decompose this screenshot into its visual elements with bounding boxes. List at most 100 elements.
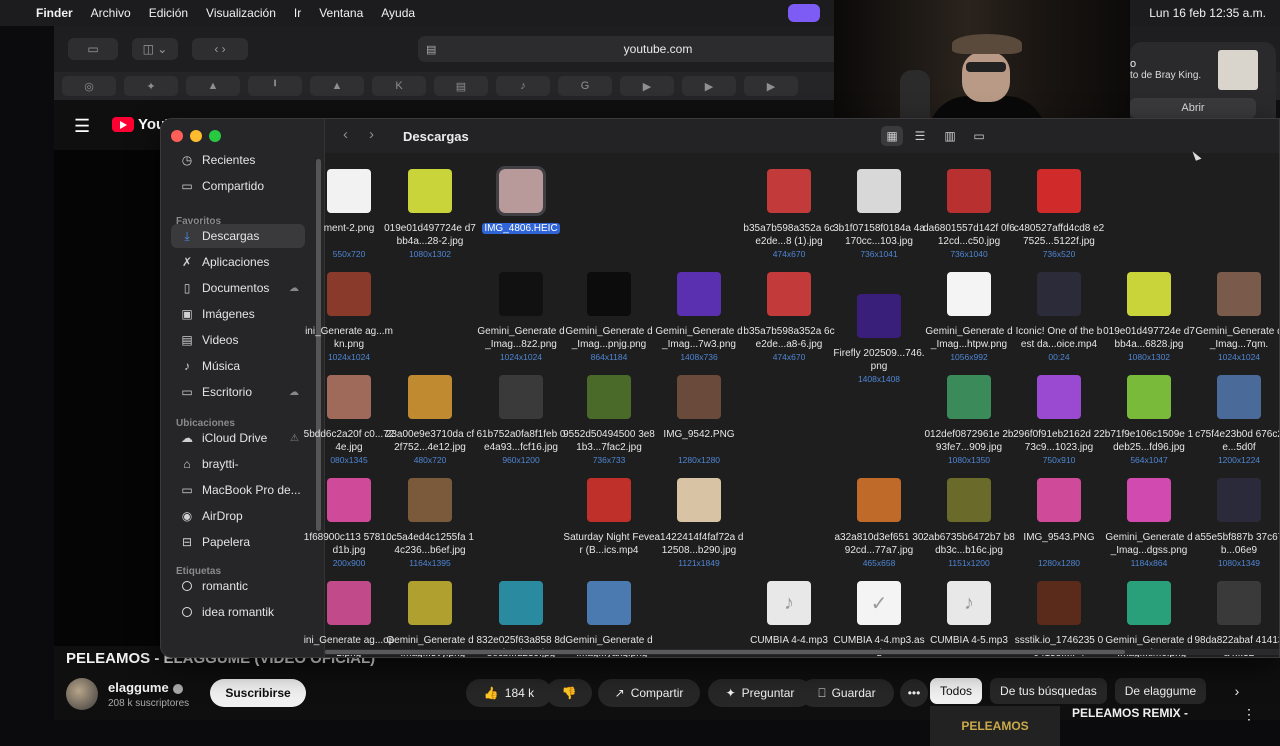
file-item[interactable]: Gemini_Generate d_Imag...yaxq.png <box>565 579 653 657</box>
favorite-tab-icon[interactable]: ▲ <box>186 76 240 96</box>
file-item[interactable]: 2ab6735b6472b7 b8db3c...b16c.jpg 1151x120… <box>923 476 1015 578</box>
file-item[interactable]: IMG_4806.HEIC <box>477 166 565 269</box>
menu-visualizacion[interactable]: Visualización <box>206 6 276 20</box>
back-forward-icon[interactable]: ‹ › <box>192 38 248 60</box>
file-item[interactable]: 61b752a0fa8f1feb 0e4a93...fcf16.jpg 960x1… <box>477 373 565 475</box>
file-item[interactable]: ment-2.png 550x720 <box>305 167 393 269</box>
list-view-icon[interactable]: ☰ <box>909 126 931 146</box>
more-vert-icon[interactable]: ⋮ <box>1242 706 1256 723</box>
file-item[interactable]: Gemini_Generate d_Imag...pnjg.png 864x118… <box>565 270 653 372</box>
sidebar-item-icloud-drive[interactable]: ☁ iCloud Drive ⚠ <box>171 426 305 450</box>
file-item[interactable]: Gemini_Generate d_Imag...dgss.png 1184x86… <box>1105 476 1193 578</box>
sidebar-item-compartido[interactable]: ▭ Compartido <box>171 174 305 198</box>
sidebar-tag-romantic[interactable]: romantic <box>171 574 305 598</box>
file-item[interactable]: da6801557d142f 0f612cd...c50.jpg 736x1040 <box>923 167 1015 269</box>
favorite-tab-icon[interactable]: ▶ <box>744 76 798 96</box>
file-item[interactable]: Gemini_Generate d_Imag...8z2.png 1024x102… <box>477 270 565 372</box>
sidebar-item-im-genes[interactable]: ▣ Imágenes <box>171 302 305 326</box>
notification-open-button[interactable]: Abrir <box>1130 98 1256 118</box>
icon-view-icon[interactable]: ▦ <box>881 126 903 146</box>
chip-todos[interactable]: Todos <box>930 678 983 704</box>
ask-button[interactable]: ✦ Preguntar <box>708 679 812 707</box>
file-item[interactable]: b35a7b598a352a 6ce2de...a8-6.jpg 474x670 <box>743 270 835 372</box>
favorite-tab-icon[interactable]: ▶ <box>620 76 674 96</box>
sidebar-item-airdrop[interactable]: ◉ AirDrop <box>171 504 305 528</box>
zoom-icon[interactable] <box>209 130 221 142</box>
sidebar-item-documentos[interactable]: ▯ Documentos ☁ <box>171 276 305 300</box>
file-item[interactable]: c75f4e23b0d 676c2e...5d0f 1200x1224 <box>1195 373 1279 475</box>
file-item[interactable]: Iconic! One of the best da...oice.mp4 00:… <box>1015 270 1103 372</box>
menu-ayuda[interactable]: Ayuda <box>381 6 415 20</box>
file-item[interactable]: c480527affd4cd8 e27525...5122f.jpg 736x52… <box>1014 167 1104 269</box>
file-item[interactable]: 012def0872961e 2b93fe7...909.jpg 1080x135… <box>925 373 1013 475</box>
file-item[interactable]: Gemini_Generate d_Imag...7w3.png 1408x736 <box>655 270 743 372</box>
menu-ir[interactable]: Ir <box>294 6 301 20</box>
close-icon[interactable] <box>171 130 183 142</box>
chip-de-elaggume[interactable]: De elaggume <box>1114 678 1207 704</box>
minimize-icon[interactable] <box>190 130 202 142</box>
file-item[interactable]: Firefly 202509...746.png 1408x1408 <box>833 292 925 394</box>
sidebar-item-papelera[interactable]: ⊟ Papelera <box>171 530 305 554</box>
file-item[interactable]: 019e01d497724e d7bb4a...6828.jpg 1080x130… <box>1103 270 1195 372</box>
favorite-tab-icon[interactable]: ◎ <box>62 76 116 96</box>
file-item[interactable]: Gemini_Generate d_Imag...tim6.png <box>1105 579 1193 657</box>
horizontal-scrollbar[interactable] <box>325 649 1279 655</box>
file-item[interactable]: 296f0f91eb2162d 2273c9...1023.jpg 750x910 <box>1013 373 1105 475</box>
file-item[interactable]: 3b1f07158f0184a 4a170cc...103.jpg 736x104… <box>833 167 925 269</box>
gallery-view-icon[interactable]: ▭ <box>968 126 990 146</box>
favorite-tab-icon[interactable]: ╹ <box>248 76 302 96</box>
menu-app-name[interactable]: Finder <box>36 6 73 20</box>
like-button[interactable]: 👍 184 k <box>466 679 552 707</box>
screen-recording-indicator[interactable] <box>788 4 820 22</box>
file-item[interactable]: 019e01d497724e d7bb4a...28-2.jpg 1080x130… <box>384 167 476 269</box>
file-item[interactable]: 0c5a4ed4c1255fa 14c236...b6ef.jpg 1164x13… <box>386 476 474 578</box>
file-item[interactable]: ini_Generate ag...opz.png <box>304 579 394 657</box>
file-item[interactable]: 23a00e9e3710da cf2f752...4e12.jpg 480x720 <box>386 373 474 475</box>
file-item[interactable]: 5bdd6c2a20f c0...724e.jpg 080x1345 <box>304 373 394 475</box>
favorite-tab-icon[interactable]: G <box>558 76 612 96</box>
favorite-tab-icon[interactable]: ♪ <box>496 76 550 96</box>
file-item[interactable]: ini_Generate ag...mkn.png 1024x1024 <box>305 270 393 372</box>
favorite-tab-icon[interactable]: ✦ <box>124 76 178 96</box>
file-item[interactable]: 98da822abaf 41413a4...32 <box>1195 579 1279 657</box>
file-item[interactable]: Gemini_Generate d_Imag...5vy.png <box>386 579 474 657</box>
chip-de-tus-busquedas[interactable]: De tus búsquedas <box>990 678 1107 704</box>
sidebar-item-m-sica[interactable]: ♪ Música <box>171 354 305 378</box>
subscribe-button[interactable]: Suscribirse <box>210 679 306 707</box>
file-item[interactable]: a1422414f4faf72a d12508...b290.jpg 1121x1… <box>655 476 743 578</box>
sidebar-tag-idea-romantik[interactable]: idea romantik <box>171 600 305 624</box>
menu-edicion[interactable]: Edición <box>149 6 188 20</box>
more-actions-button[interactable]: ••• <box>900 679 928 707</box>
favorite-tab-icon[interactable]: ▲ <box>310 76 364 96</box>
file-item[interactable]: IMG_9543.PNG 1280x1280 <box>1015 476 1103 578</box>
sidebar-item-aplicaciones[interactable]: ✗ Aplicaciones <box>171 250 305 274</box>
sidebar-item-descargas[interactable]: ⤓ Descargas <box>171 224 305 248</box>
sidebar-item-braytti-[interactable]: ⌂ braytti- <box>171 452 305 476</box>
channel-name[interactable]: elaggume <box>108 680 183 695</box>
recommended-video-title[interactable]: PELEAMOS REMIX - <box>1072 706 1188 720</box>
file-item[interactable]: a32a810d3ef651 3092cd...77a7.jpg 465x658 <box>835 476 923 578</box>
address-bar[interactable]: ▤ youtube.com <box>418 36 898 62</box>
file-item[interactable]: 832e025f63a858 8d8ecb...d239.jpg <box>477 579 565 657</box>
save-button[interactable]: ⎕ Guardar <box>800 679 894 707</box>
file-item[interactable]: a55e5bf887b 37c67b...06e9 1080x1349 <box>1195 476 1279 578</box>
favorite-tab-icon[interactable]: ▶ <box>682 76 736 96</box>
menu-archivo[interactable]: Archivo <box>91 6 131 20</box>
sidebar-item-escritorio[interactable]: ▭ Escritorio ☁ <box>171 380 305 404</box>
chevron-right-icon[interactable]: › <box>1226 678 1248 704</box>
file-item[interactable]: IMG_9542.PNG 1280x1280 <box>655 373 743 475</box>
file-item[interactable]: ssstik.io_1746235 004158.MP4 <box>1015 579 1103 657</box>
file-item[interactable]: ♪ CUMBIA 4-5.mp3 <box>925 579 1013 657</box>
file-item[interactable]: 9552d50494500 3e81b3...7fac2.jpg 736x733 <box>563 373 655 475</box>
file-item[interactable]: Saturday Night Fever (B...ics.mp4 <box>563 476 655 578</box>
channel-avatar[interactable] <box>66 678 98 710</box>
favorite-tab-icon[interactable]: ▤ <box>434 76 488 96</box>
sidebar-item-macbook-pro-de-[interactable]: ▭ MacBook Pro de... <box>171 478 305 502</box>
share-button[interactable]: ↗ Compartir <box>598 679 700 707</box>
file-item[interactable]: b35a7b598a352a 6ce2de...8 (1).jpg 474x670 <box>743 167 835 269</box>
clock[interactable]: Lun 16 feb 12:35 a.m. <box>1149 6 1266 20</box>
tab-overview-icon[interactable]: ◫ ⌄ <box>132 38 178 60</box>
sidebar-toggle-icon[interactable]: ▭ <box>68 38 118 60</box>
sidebar-item-recientes[interactable]: ◷ Recientes <box>171 148 305 172</box>
file-item[interactable]: ✓CUMBIA 4-4.mp3.asd <box>833 579 925 657</box>
